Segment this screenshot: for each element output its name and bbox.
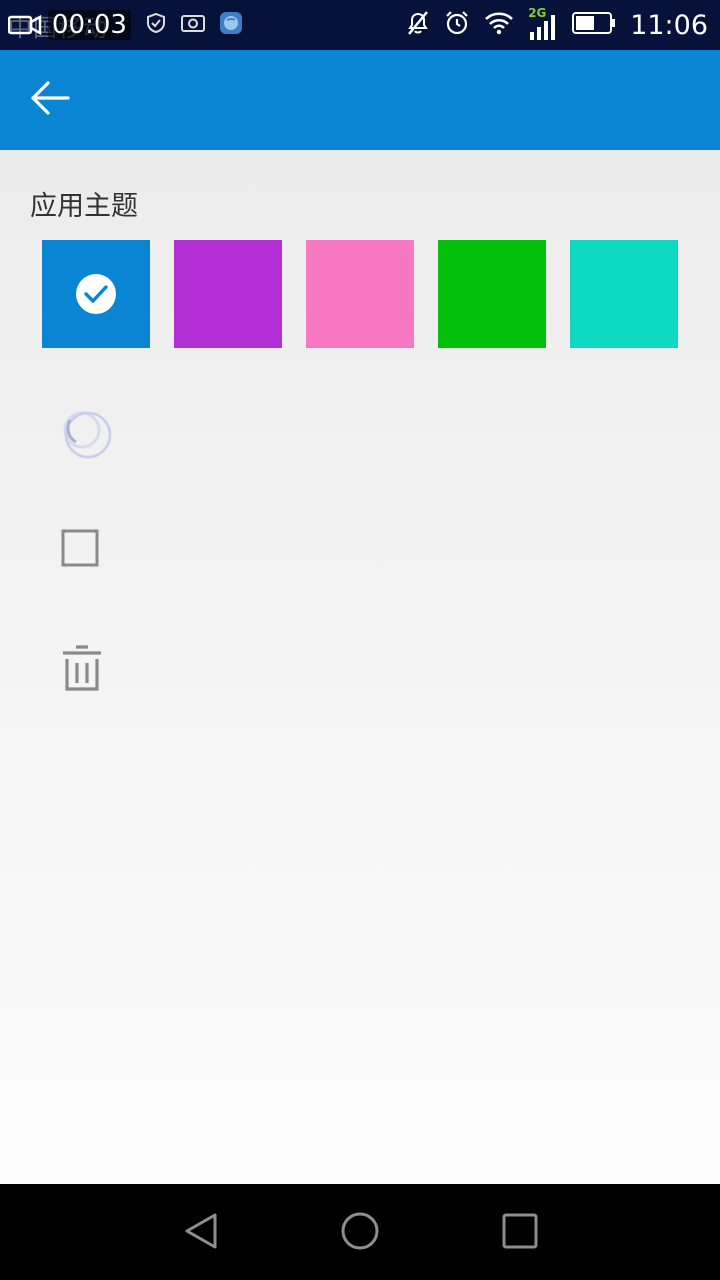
loading-spinner[interactable] (60, 410, 114, 464)
nav-back-button[interactable] (178, 1210, 224, 1256)
system-nav-bar (0, 1184, 720, 1280)
theme-swatch-purple[interactable] (174, 240, 282, 348)
loading-spinner-icon (60, 408, 114, 466)
clock: 11:06 (630, 9, 708, 41)
battery-icon (572, 11, 616, 39)
shield-icon (145, 12, 167, 38)
mute-icon (406, 10, 430, 40)
checkbox-button[interactable] (60, 529, 100, 571)
theme-swatch-teal[interactable] (570, 240, 678, 348)
theme-swatch-pink[interactable] (306, 240, 414, 348)
trash-icon (61, 643, 103, 697)
screen-record-icon (8, 14, 42, 36)
recents-square-icon (502, 1213, 538, 1253)
home-circle-icon (340, 1211, 380, 1255)
check-icon (76, 274, 116, 314)
wifi-icon (484, 11, 514, 39)
back-triangle-icon (181, 1211, 221, 1255)
nav-recents-button[interactable] (497, 1210, 543, 1256)
checkbox-icon (61, 529, 99, 571)
recording-timer: 00:03 (48, 10, 131, 40)
settings-content: 应用主题 (0, 150, 720, 1184)
alarm-icon (444, 10, 470, 40)
app-bar (0, 50, 720, 150)
status-bar: 中国移动 00:03 (0, 0, 720, 50)
nav-home-button[interactable] (337, 1210, 383, 1256)
back-button[interactable] (20, 74, 80, 126)
signal-icon: 2G (528, 6, 558, 40)
back-arrow-icon (30, 80, 70, 120)
delete-button[interactable] (60, 644, 104, 696)
theme-swatch-blue[interactable] (42, 240, 150, 348)
theme-swatch-green[interactable] (438, 240, 546, 348)
camera-icon (180, 13, 205, 37)
theme-section-title: 应用主题 (30, 191, 138, 222)
app-globe-icon (219, 11, 243, 39)
